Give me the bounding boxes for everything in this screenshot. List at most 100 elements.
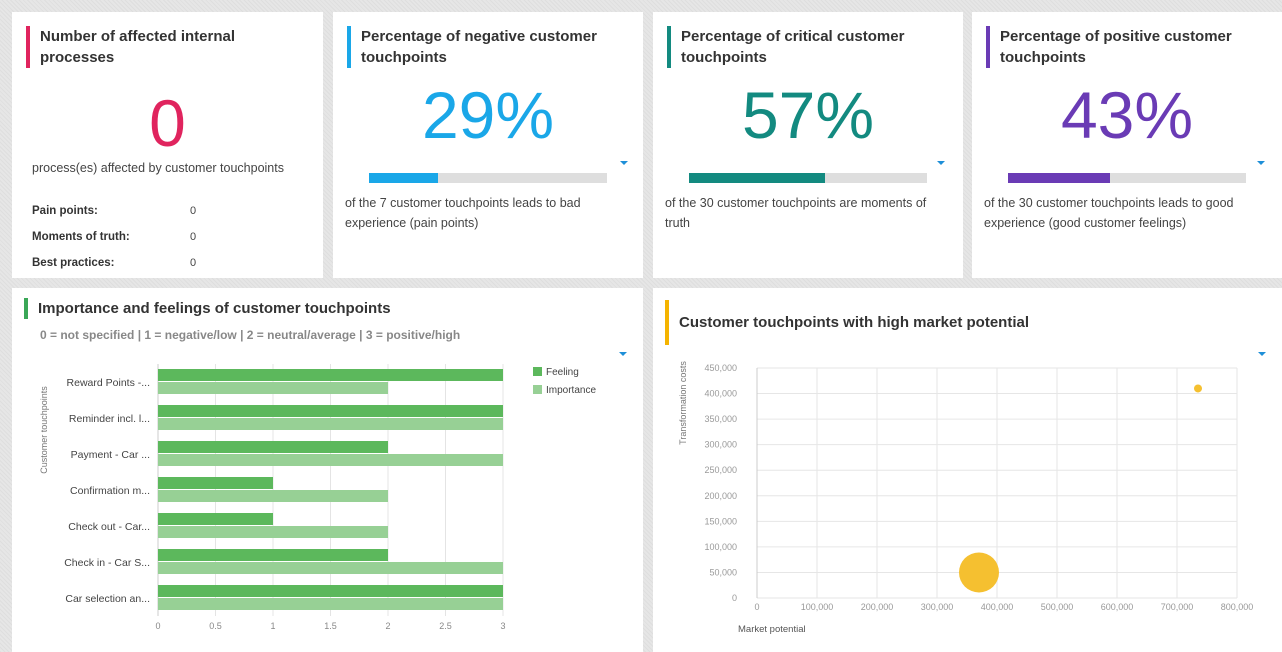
- y-tick-label: 100,000: [704, 542, 737, 552]
- category-label: Payment - Car ...: [71, 449, 150, 461]
- bar-importance: [158, 598, 503, 610]
- y-tick-label: 400,000: [704, 389, 737, 399]
- x-tick-label: 2.5: [439, 621, 452, 631]
- market-potential-chart: 0 100,000 200,000 300,000 400,000 500,000 600,…: [678, 361, 1254, 635]
- category-label: Check out - Car...: [68, 521, 150, 533]
- importance-feelings-panel: Importance and feelings of customer touc…: [12, 288, 643, 652]
- category-label: Check in - Car S...: [64, 557, 150, 569]
- category-label: Reminder incl. l...: [69, 413, 150, 425]
- kpi-description: of the 30 customer touchpoints are momen…: [665, 193, 926, 233]
- kpi-description: of the 30 customer touchpoints leads to …: [984, 193, 1233, 233]
- x-tick-label: 400,000: [981, 602, 1014, 612]
- legend-swatch: [533, 367, 542, 376]
- bar-feeling: [158, 513, 273, 525]
- kpi-tile-positive-touchpoints: Percentage of positive customer touchpoi…: [972, 12, 1282, 278]
- y-tick-label: 300,000: [704, 440, 737, 450]
- y-tick-label: 250,000: [704, 465, 737, 475]
- legend-label: Feeling: [546, 367, 579, 378]
- category-label: Car selection an...: [65, 593, 150, 605]
- scatter-point: [1194, 384, 1202, 393]
- bar-feeling: [158, 585, 503, 597]
- tile-title-line: touchpoints: [361, 49, 447, 66]
- x-axis-title: Market potential: [738, 624, 806, 635]
- progress-bar-fill: [1008, 173, 1111, 183]
- x-tick-label: 0: [155, 621, 160, 631]
- tile-title-line: Number of affected internal: [40, 28, 236, 45]
- chevron-down-icon[interactable]: [937, 161, 945, 165]
- legend-swatch: [533, 385, 542, 394]
- x-tick-label: 1.5: [324, 621, 337, 631]
- importance-feelings-chart: 0 0.5 1 1.5 2 2.5 3 Reward Points -... Reminder …: [39, 364, 596, 631]
- x-tick-label: 0: [754, 602, 759, 612]
- scatter-point: [959, 552, 999, 593]
- progress-bar: [369, 173, 607, 183]
- bar-importance: [158, 454, 503, 466]
- kpi-tile-affected-processes: Number of affected internal processes 0 …: [12, 12, 323, 278]
- kpi-value: 29%: [421, 78, 555, 152]
- pain-points-value: 0: [190, 205, 197, 217]
- best-practices-value: 0: [190, 257, 197, 269]
- y-tick-label: 150,000: [704, 516, 737, 526]
- x-tick-label: 1: [270, 621, 275, 631]
- y-axis-title: Customer touchpoints: [39, 386, 49, 474]
- kpi-description: process(es) affected by customer touchpo…: [32, 161, 284, 175]
- moments-of-truth-label: Moments of truth:: [32, 231, 130, 243]
- y-tick-label: 50,000: [709, 567, 737, 577]
- legend-label: Importance: [546, 385, 596, 396]
- progress-bar: [1008, 173, 1246, 183]
- tile-title-line: Percentage of critical customer: [681, 28, 905, 45]
- x-tick-label: 100,000: [801, 602, 834, 612]
- y-tick-label: 350,000: [704, 414, 737, 424]
- y-tick-label: 450,000: [704, 363, 737, 373]
- bar-importance: [158, 382, 388, 394]
- kpi-value: 0: [149, 86, 186, 160]
- tile-title-line: touchpoints: [681, 49, 767, 66]
- kpi-description-line: experience (pain points): [345, 216, 479, 230]
- market-potential-panel: Customer touchpoints with high market po…: [653, 288, 1282, 652]
- bar-feeling: [158, 549, 388, 561]
- tile-title: Percentage of positive customer touchpoi…: [986, 26, 1232, 68]
- x-tick-label: 3: [500, 621, 505, 631]
- tile-title-line: Percentage of negative customer: [361, 28, 597, 45]
- kpi-description-line: of the 30 customer touchpoints leads to …: [984, 196, 1234, 210]
- bar-importance: [158, 418, 503, 430]
- progress-bar: [689, 173, 927, 183]
- chevron-down-icon[interactable]: [620, 161, 628, 165]
- kpi-tile-negative-touchpoints: Percentage of negative customer touchpoi…: [333, 12, 643, 278]
- kpi-description-line: experience (good customer feelings): [984, 216, 1187, 230]
- x-tick-label: 2: [385, 621, 390, 631]
- x-tick-label: 800,000: [1221, 602, 1254, 612]
- bar-feeling: [158, 477, 273, 489]
- bar-importance: [158, 526, 388, 538]
- category-label: Reward Points -...: [67, 377, 150, 389]
- kpi-value: 43%: [1060, 78, 1194, 152]
- tile-title-line: processes: [40, 49, 115, 66]
- y-tick-label: 0: [732, 593, 737, 603]
- tile-title-line: touchpoints: [1000, 49, 1086, 66]
- best-practices-label: Best practices:: [32, 257, 115, 269]
- y-tick-label: 200,000: [704, 491, 737, 501]
- kpi-description-line: of the 7 customer touchpoints leads to b…: [345, 196, 581, 210]
- tile-title: Percentage of negative customer touchpoi…: [347, 26, 597, 68]
- x-tick-label: 200,000: [861, 602, 894, 612]
- category-label: Confirmation m...: [70, 485, 150, 497]
- tile-title: Number of affected internal processes: [26, 26, 235, 68]
- x-tick-label: 0.5: [209, 621, 222, 631]
- x-tick-label: 700,000: [1161, 602, 1194, 612]
- tile-title: Percentage of critical customer touchpoi…: [667, 26, 904, 68]
- x-tick-label: 600,000: [1101, 602, 1134, 612]
- bar-feeling: [158, 369, 503, 381]
- progress-bar-fill: [369, 173, 439, 183]
- kpi-value: 57%: [741, 78, 875, 152]
- kpi-description-line: of the 30 customer touchpoints are momen…: [665, 196, 927, 210]
- bar-feeling: [158, 441, 388, 453]
- x-tick-label: 500,000: [1041, 602, 1074, 612]
- chevron-down-icon[interactable]: [1257, 161, 1265, 165]
- y-axis-title: Transformation costs: [678, 361, 688, 445]
- tile-title-line: Percentage of positive customer: [1000, 28, 1232, 45]
- bar-importance: [158, 562, 503, 574]
- kpi-description: of the 7 customer touchpoints leads to b…: [345, 193, 581, 233]
- bar-feeling: [158, 405, 503, 417]
- pain-points-label: Pain points:: [32, 205, 98, 217]
- progress-bar-fill: [689, 173, 825, 183]
